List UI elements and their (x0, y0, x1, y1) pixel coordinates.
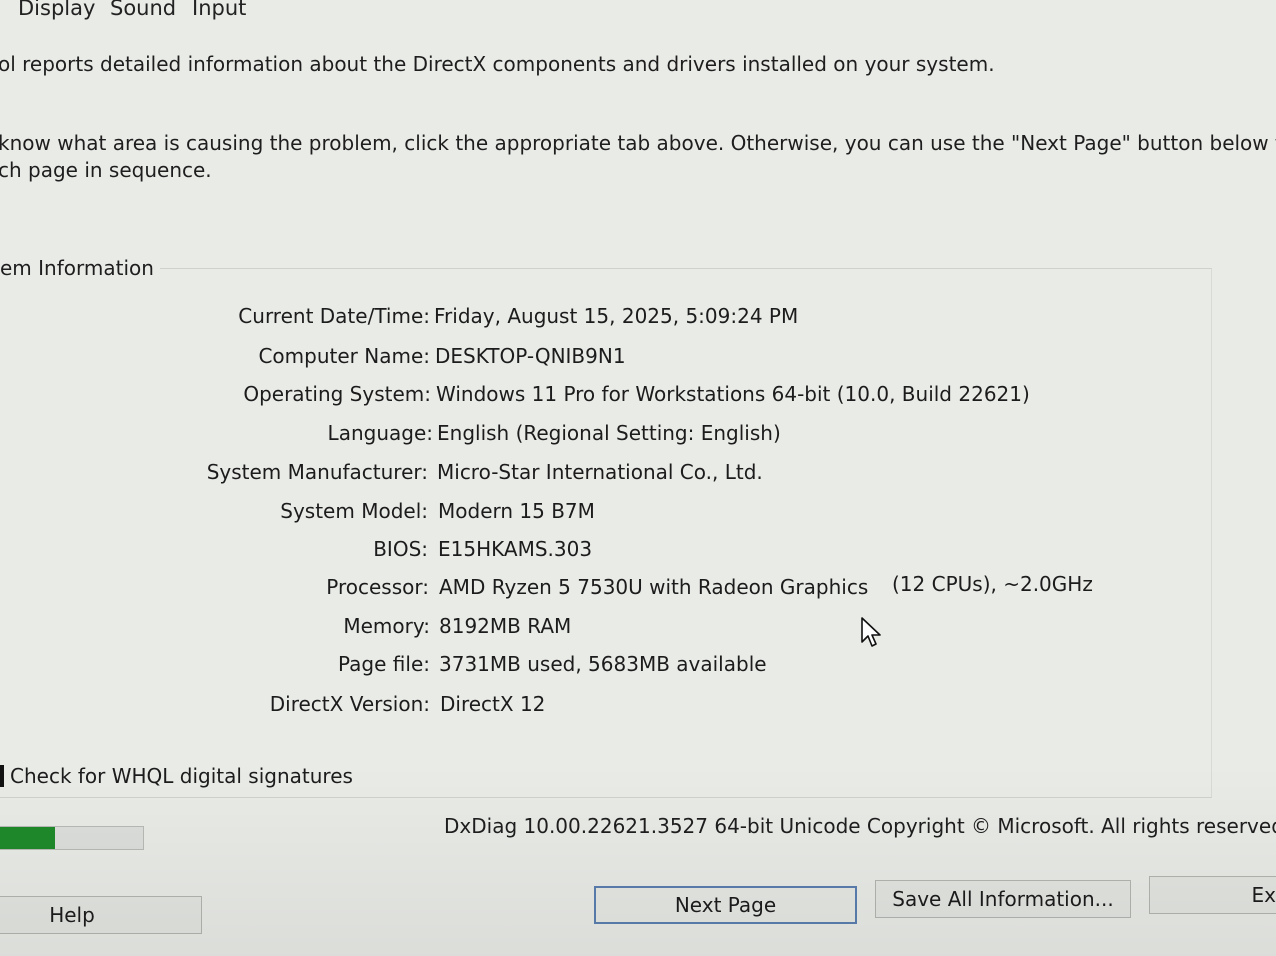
info-value: 8192MB RAM (439, 614, 572, 638)
info-row-memory: Memory: 8192MB RAM (0, 614, 1276, 642)
progress-fill (0, 827, 56, 849)
whql-checkbox[interactable]: Check for WHQL digital signatures (0, 764, 353, 788)
info-value: DirectX 12 (440, 692, 546, 716)
info-label: Language: (327, 421, 433, 445)
tab-display[interactable]: Display (18, 0, 95, 20)
info-label: Memory: (343, 614, 430, 638)
save-all-information-button-label: Save All Information... (892, 887, 1114, 911)
info-value: E15HKAMS.303 (438, 537, 593, 561)
info-label: System Manufacturer: (206, 460, 428, 484)
info-value: Friday, August 15, 2025, 5:09:24 PM (434, 304, 799, 328)
info-value: English (Regional Setting: English) (437, 421, 781, 445)
intro-instructions-continued: ch page in sequence. (0, 158, 212, 182)
info-label: Current Date/Time: (238, 304, 430, 328)
save-all-information-button[interactable]: Save All Information... (875, 880, 1131, 918)
info-row-directx-version: DirectX Version: DirectX 12 (0, 692, 1276, 720)
info-value: Windows 11 Pro for Workstations 64-bit (… (436, 382, 1030, 406)
info-label: BIOS: (373, 537, 428, 561)
info-row-page-file: Page file: 3731MB used, 5683MB available (0, 652, 1276, 680)
tab-input[interactable]: Input (192, 0, 246, 20)
next-page-button[interactable]: Next Page (594, 886, 857, 924)
help-button-label: Help (49, 903, 95, 927)
info-label: Processor: (326, 575, 429, 599)
whql-checkbox-label: Check for WHQL digital signatures (10, 764, 353, 788)
info-row-language: Language: English (Regional Setting: Eng… (0, 421, 1276, 449)
info-row-system-model: System Model: Modern 15 B7M (0, 499, 1276, 527)
info-value: Micro-Star International Co., Ltd. (437, 460, 763, 484)
info-row-operating-system: Operating System: Windows 11 Pro for Wor… (0, 382, 1276, 410)
info-row-computer-name: Computer Name: DESKTOP-QNIB9N1 (0, 344, 1276, 372)
tab-sound[interactable]: Sound (110, 0, 176, 20)
copyright-text: DxDiag 10.00.22621.3527 64-bit Unicode C… (444, 814, 1276, 838)
info-row-date: Current Date/Time: Friday, August 15, 20… (0, 304, 1276, 332)
info-value: 3731MB used, 5683MB available (439, 652, 767, 676)
info-label: Page file: (338, 652, 430, 676)
info-label: System Model: (280, 499, 428, 523)
info-value: DESKTOP-QNIB9N1 (435, 344, 626, 368)
mouse-pointer-icon (861, 617, 881, 647)
checkbox-box[interactable] (0, 765, 4, 787)
info-value: Modern 15 B7M (438, 499, 595, 523)
system-information-title: em Information (0, 256, 160, 280)
info-label: Operating System: (243, 382, 431, 406)
info-row-system-manufacturer: System Manufacturer: Micro-Star Internat… (0, 460, 1276, 488)
intro-instructions: know what area is causing the problem, c… (0, 131, 1276, 155)
info-label: DirectX Version: (269, 692, 430, 716)
exit-button-label: Ex (1251, 883, 1276, 907)
info-value: AMD Ryzen 5 7530U with Radeon Graphics (439, 575, 869, 599)
info-label: Computer Name: (258, 344, 430, 368)
progress-bar (0, 826, 144, 850)
info-row-bios: BIOS: E15HKAMS.303 (0, 537, 1276, 565)
processor-cpu-count: (12 CPUs), ~2.0GHz (892, 572, 1093, 596)
next-page-button-label: Next Page (674, 893, 777, 917)
intro-description: ol reports detailed information about th… (0, 52, 995, 76)
tab-strip: Display Sound Input (0, 0, 1276, 26)
exit-button[interactable]: Ex (1149, 876, 1276, 914)
help-button[interactable]: Help (0, 896, 202, 934)
